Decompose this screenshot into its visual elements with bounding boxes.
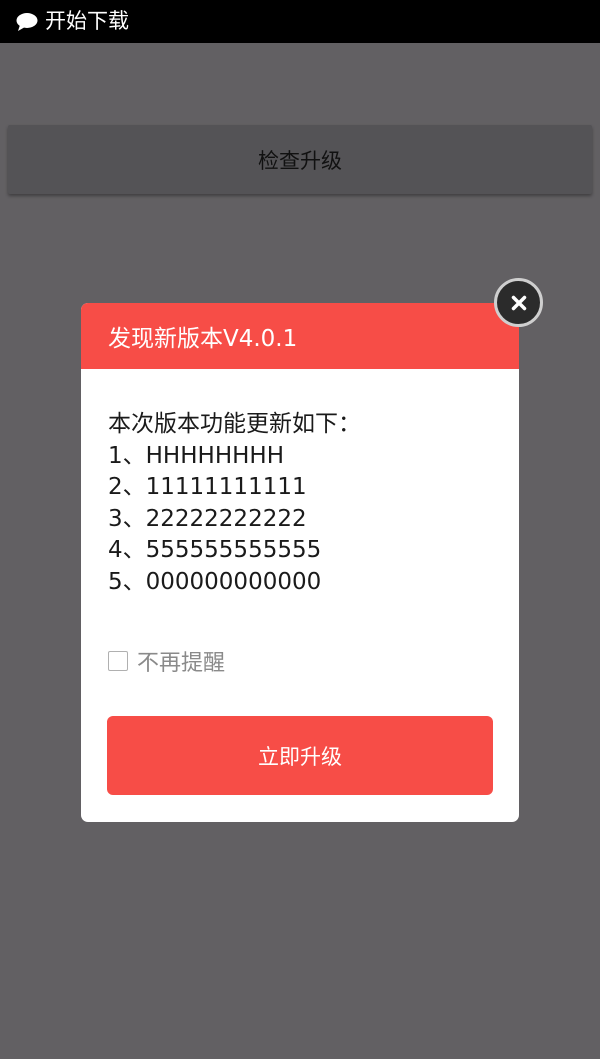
close-dialog-button[interactable] <box>494 278 543 327</box>
chat-bubble-icon <box>14 11 40 33</box>
dont-remind-label[interactable]: 不再提醒 <box>137 645 225 677</box>
dialog-header: 发现新版本V4.0.1 <box>81 303 519 369</box>
download-status-text: 开始下载 <box>45 9 129 33</box>
check-update-button[interactable]: 检查升级 <box>8 125 592 194</box>
release-note-item: 3、22222222222 <box>108 505 307 532</box>
status-bar: 开始下载 <box>0 0 600 43</box>
upgrade-now-button[interactable]: 立即升级 <box>107 716 493 795</box>
dont-remind-option[interactable]: 不再提醒 <box>108 645 225 677</box>
release-notes: 本次版本功能更新如下： 1、HHHHHHHH 2、11111111111 3、2… <box>108 409 498 598</box>
release-note-item: 1、HHHHHHHH <box>108 442 284 469</box>
dialog-title: 发现新版本V4.0.1 <box>108 326 298 352</box>
release-note-item: 4、555555555555 <box>108 537 322 563</box>
close-icon <box>510 294 528 312</box>
release-notes-heading: 本次版本功能更新如下： <box>108 411 361 437</box>
update-dialog: 发现新版本V4.0.1 本次版本功能更新如下： 1、HHHHHHHH 2、111… <box>81 303 519 822</box>
dont-remind-checkbox[interactable] <box>108 651 128 671</box>
release-note-item: 2、11111111111 <box>108 474 307 500</box>
release-note-item: 5、000000000000 <box>108 568 322 595</box>
